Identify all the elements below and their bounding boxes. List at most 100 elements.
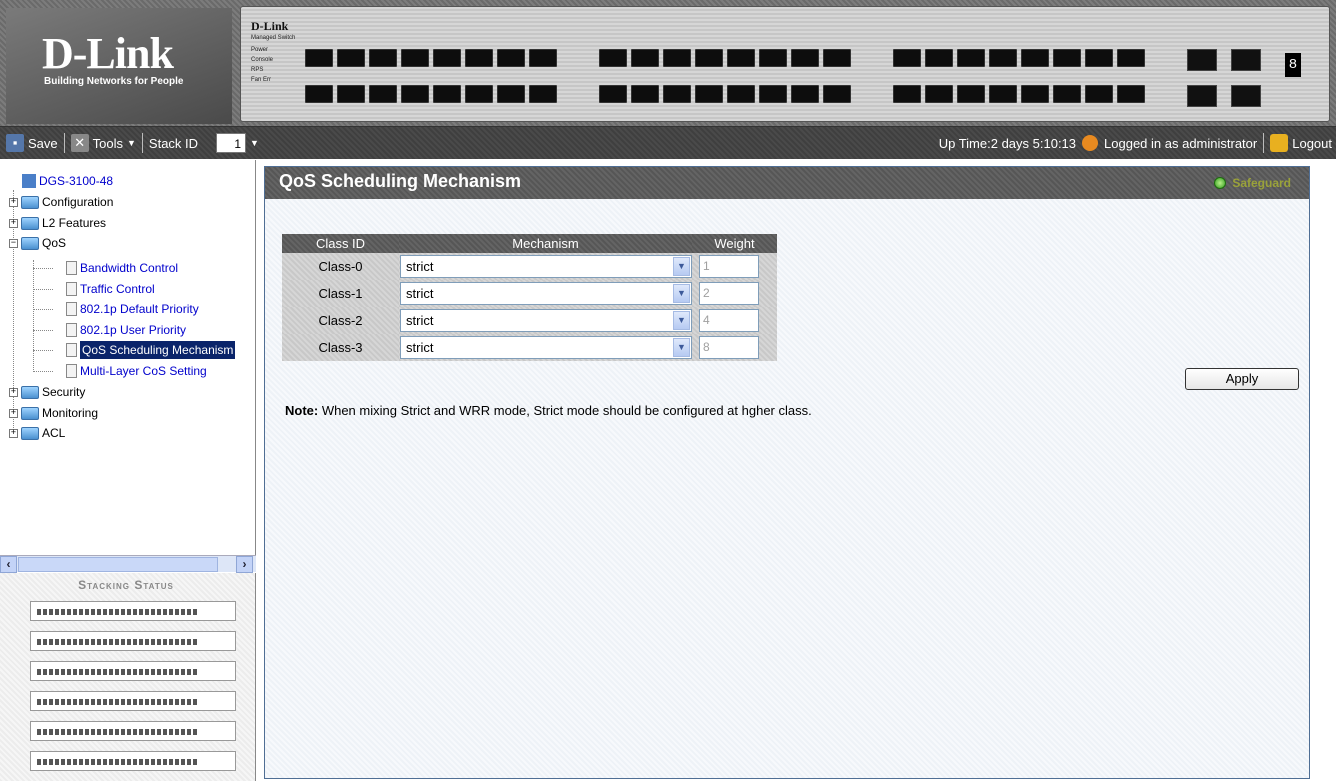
- logout-button[interactable]: Logout: [1270, 134, 1332, 152]
- ethernet-port[interactable]: [695, 85, 723, 103]
- ethernet-port[interactable]: [663, 85, 691, 103]
- ethernet-port[interactable]: [925, 49, 953, 67]
- tree-item-configuration[interactable]: + Configuration: [9, 193, 113, 211]
- ethernet-port[interactable]: [1021, 85, 1049, 103]
- stack-unit[interactable]: [30, 601, 236, 621]
- expand-icon[interactable]: +: [9, 197, 18, 207]
- tree-horizontal-scrollbar[interactable]: ‹ ›: [0, 555, 256, 573]
- sfp-port-46[interactable]: [1187, 85, 1217, 107]
- ethernet-port[interactable]: [369, 49, 397, 67]
- ethernet-port[interactable]: [599, 85, 627, 103]
- stack-unit[interactable]: [30, 631, 236, 651]
- ethernet-port[interactable]: [529, 49, 557, 67]
- ethernet-port[interactable]: [599, 49, 627, 67]
- apply-button[interactable]: Apply: [1185, 368, 1299, 390]
- scrollbar-thumb[interactable]: [18, 557, 218, 572]
- ethernet-port[interactable]: [663, 49, 691, 67]
- sfp-port-47[interactable]: [1231, 49, 1261, 71]
- tree-item-qos[interactable]: − QoS: [9, 234, 66, 252]
- ethernet-port[interactable]: [1053, 85, 1081, 103]
- tree-item-bandwidth-control[interactable]: Bandwidth Control: [66, 259, 178, 277]
- tree-item-monitoring[interactable]: + Monitoring: [9, 404, 98, 422]
- ethernet-port[interactable]: [1085, 49, 1113, 67]
- ethernet-port[interactable]: [497, 49, 525, 67]
- mechanism-select[interactable]: strict ▼: [400, 282, 692, 305]
- mechanism-select[interactable]: strict ▼: [400, 309, 692, 332]
- ethernet-port[interactable]: [433, 49, 461, 67]
- tools-menu[interactable]: ✕ Tools ▼: [65, 134, 142, 152]
- chevron-down-icon[interactable]: ▼: [250, 138, 259, 148]
- collapse-icon[interactable]: −: [9, 238, 18, 248]
- save-button[interactable]: ▪ Save: [0, 134, 64, 152]
- chevron-down-icon[interactable]: ▼: [673, 257, 690, 276]
- ethernet-port[interactable]: [695, 49, 723, 67]
- safeguard-indicator[interactable]: Safeguard: [1214, 176, 1291, 190]
- ethernet-port[interactable]: [1021, 49, 1049, 67]
- ethernet-port[interactable]: [401, 85, 429, 103]
- chevron-down-icon[interactable]: ▼: [673, 311, 690, 330]
- ethernet-port[interactable]: [727, 85, 755, 103]
- tree-root[interactable]: DGS-3100-48: [22, 172, 113, 190]
- chevron-down-icon[interactable]: ▼: [673, 338, 690, 357]
- ethernet-port[interactable]: [465, 85, 493, 103]
- ethernet-port[interactable]: [925, 85, 953, 103]
- expand-icon[interactable]: +: [9, 408, 18, 418]
- stack-unit[interactable]: [30, 661, 236, 681]
- mechanism-select[interactable]: strict ▼: [400, 255, 692, 278]
- weight-input[interactable]: 2: [699, 282, 759, 305]
- ethernet-port[interactable]: [759, 85, 787, 103]
- mechanism-select[interactable]: strict ▼: [400, 336, 692, 359]
- ethernet-port[interactable]: [529, 85, 557, 103]
- expand-icon[interactable]: +: [9, 218, 18, 228]
- ethernet-port[interactable]: [823, 85, 851, 103]
- ethernet-port[interactable]: [989, 85, 1017, 103]
- chevron-down-icon[interactable]: ▼: [673, 284, 690, 303]
- scroll-left-icon[interactable]: ‹: [0, 556, 17, 573]
- weight-input[interactable]: 1: [699, 255, 759, 278]
- ethernet-port[interactable]: [631, 85, 659, 103]
- ethernet-port[interactable]: [497, 85, 525, 103]
- tree-item-l2-features[interactable]: + L2 Features: [9, 214, 106, 232]
- ethernet-port[interactable]: [759, 49, 787, 67]
- ethernet-port[interactable]: [957, 49, 985, 67]
- ethernet-port[interactable]: [433, 85, 461, 103]
- weight-input[interactable]: 8: [699, 336, 759, 359]
- sfp-port-45[interactable]: [1187, 49, 1217, 71]
- tree-item-security[interactable]: + Security: [9, 383, 85, 401]
- ethernet-port[interactable]: [401, 49, 429, 67]
- tree-item-traffic-control[interactable]: Traffic Control: [66, 280, 155, 298]
- expand-icon[interactable]: +: [9, 387, 18, 397]
- expand-icon[interactable]: +: [9, 428, 18, 438]
- ethernet-port[interactable]: [305, 85, 333, 103]
- scroll-right-icon[interactable]: ›: [236, 556, 253, 573]
- ethernet-port[interactable]: [791, 49, 819, 67]
- stack-unit[interactable]: [30, 721, 236, 741]
- stack-unit[interactable]: [30, 691, 236, 711]
- tree-item-qos-scheduling-mechanism[interactable]: QoS Scheduling Mechanism: [66, 341, 254, 359]
- tree-item-8021p-user-priority[interactable]: 802.1p User Priority: [66, 321, 186, 339]
- tree-item-8021p-default-priority[interactable]: 802.1p Default Priority: [66, 300, 199, 318]
- tree-item-multi-layer-cos-setting[interactable]: Multi-Layer CoS Setting: [66, 362, 207, 380]
- switch-front-panel[interactable]: D-Link Managed Switch Power Console RPS …: [240, 6, 1330, 122]
- ethernet-port[interactable]: [1085, 85, 1113, 103]
- ethernet-port[interactable]: [369, 85, 397, 103]
- sfp-port-48[interactable]: [1231, 85, 1261, 107]
- stack-id-select[interactable]: 1: [216, 133, 247, 153]
- ethernet-port[interactable]: [893, 49, 921, 67]
- ethernet-port[interactable]: [893, 85, 921, 103]
- ethernet-port[interactable]: [1117, 49, 1145, 67]
- ethernet-port[interactable]: [305, 49, 333, 67]
- ethernet-port[interactable]: [631, 49, 659, 67]
- ethernet-port[interactable]: [823, 49, 851, 67]
- tree-item-acl[interactable]: + ACL: [9, 424, 65, 442]
- ethernet-port[interactable]: [465, 49, 493, 67]
- ethernet-port[interactable]: [337, 85, 365, 103]
- stack-unit[interactable]: [30, 751, 236, 771]
- ethernet-port[interactable]: [791, 85, 819, 103]
- weight-input[interactable]: 4: [699, 309, 759, 332]
- ethernet-port[interactable]: [989, 49, 1017, 67]
- ethernet-port[interactable]: [1053, 49, 1081, 67]
- ethernet-port[interactable]: [337, 49, 365, 67]
- ethernet-port[interactable]: [727, 49, 755, 67]
- ethernet-port[interactable]: [1117, 85, 1145, 103]
